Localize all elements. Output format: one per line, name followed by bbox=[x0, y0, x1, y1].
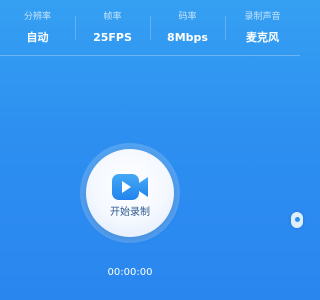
setting-audio-source[interactable]: 录制声音 麦克风 bbox=[225, 0, 300, 55]
start-recording-button[interactable]: 开始录制 bbox=[86, 149, 174, 237]
setting-resolution-value: 自动 bbox=[26, 31, 49, 44]
setting-frame-rate[interactable]: 帧率 25FPS bbox=[75, 0, 150, 55]
recording-settings-bar: 分辨率 自动 帧率 25FPS 码率 8Mbps 录制声音 麦克风 bbox=[0, 0, 300, 56]
setting-audio-source-label: 录制声音 bbox=[244, 12, 281, 22]
start-recording-label: 开始录制 bbox=[110, 207, 150, 218]
setting-bitrate[interactable]: 码率 8Mbps bbox=[150, 0, 225, 55]
setting-audio-source-value: 麦克风 bbox=[246, 31, 279, 44]
setting-frame-rate-value: 25FPS bbox=[93, 31, 132, 44]
setting-bitrate-label: 码率 bbox=[178, 12, 197, 22]
video-camera-icon bbox=[112, 174, 148, 200]
setting-resolution[interactable]: 分辨率 自动 bbox=[0, 0, 75, 55]
floating-side-handle[interactable] bbox=[291, 212, 303, 228]
setting-bitrate-value: 8Mbps bbox=[167, 31, 208, 44]
recording-timer: 00:00:00 bbox=[107, 267, 153, 278]
setting-resolution-label: 分辨率 bbox=[23, 12, 51, 22]
side-handle-dot-icon bbox=[295, 217, 300, 222]
setting-frame-rate-label: 帧率 bbox=[103, 12, 122, 22]
